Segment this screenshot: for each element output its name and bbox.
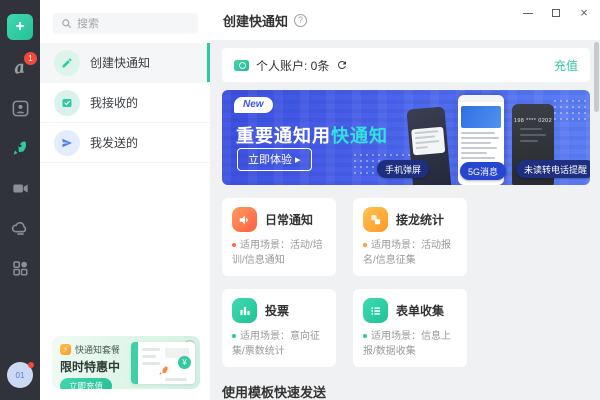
banner-title-white: 重要通知用 bbox=[236, 126, 331, 146]
template-cards: 日常通知 适用场景：活动/培训/信息通知 接龙统计 适用场景：活动报名/信息征集 bbox=[222, 198, 590, 367]
sidebar-item-received[interactable]: 我接收的 bbox=[40, 83, 210, 123]
maximize-button[interactable] bbox=[550, 7, 562, 19]
avatar-status-dot bbox=[28, 362, 34, 368]
card-title: 投票 bbox=[265, 302, 289, 319]
form-list-icon bbox=[363, 298, 388, 323]
banner-dots bbox=[552, 98, 590, 120]
app-window: + a 1 bbox=[0, 0, 600, 400]
card-desc: 适用场景：活动/培训/信息通知 bbox=[232, 239, 327, 268]
promo-recharge-button[interactable]: 立即充值 bbox=[60, 378, 112, 389]
card-chain-stats[interactable]: 接龙统计 适用场景：活动报名/信息征集 bbox=[353, 198, 467, 276]
help-icon[interactable]: ? bbox=[294, 14, 307, 27]
unread-badge: 1 bbox=[24, 52, 37, 65]
minimize-button[interactable] bbox=[522, 7, 534, 19]
card-vote[interactable]: 投票 适用场景：意向征集/票数统计 bbox=[222, 289, 336, 367]
refresh-icon[interactable] bbox=[336, 59, 348, 71]
paper-plane-icon bbox=[54, 130, 80, 156]
search-icon bbox=[61, 18, 72, 29]
rail-item-messages[interactable]: a 1 bbox=[8, 56, 32, 80]
promo-card[interactable]: ⚡ 快通知套餐 限时特惠中 立即充值 × ¥ bbox=[52, 336, 200, 389]
promo-coin-icon: ¥ bbox=[178, 356, 191, 369]
card-desc-text: 适用场景：活动/培训/信息通知 bbox=[232, 240, 323, 266]
rail-item-cloud[interactable] bbox=[8, 216, 32, 240]
close-button[interactable]: × bbox=[578, 7, 590, 19]
banner-title: 重要通知用快通知 bbox=[236, 122, 388, 148]
card-desc: 适用场景：意向征集/票数统计 bbox=[232, 330, 327, 359]
apps-grid-icon bbox=[11, 259, 29, 277]
sidebar: 创建快通知 我接收的 我发送的 ⚡ 快通知套餐 限时特惠中 立即充值 × bbox=[40, 0, 210, 400]
main-area: × 创建快通知 ? 个人账户: 0条 充值 New bbox=[210, 0, 600, 400]
card-desc: 适用场景：活动报名/信息征集 bbox=[363, 239, 458, 268]
promo-illustration: ¥ bbox=[131, 342, 195, 384]
video-camera-icon bbox=[11, 179, 30, 198]
sidebar-item-sent[interactable]: 我发送的 bbox=[40, 123, 210, 163]
rocket-icon bbox=[10, 138, 30, 158]
contacts-icon bbox=[11, 99, 30, 118]
rail-item-workbench[interactable] bbox=[8, 256, 32, 280]
create-plus-button[interactable]: + bbox=[7, 14, 33, 40]
card-title: 表单收集 bbox=[396, 302, 444, 319]
promo-banner[interactable]: New 重要通知用快通知 立即体验 ▸ 198 **** 0202 bbox=[222, 90, 590, 185]
speaker-icon bbox=[232, 207, 257, 232]
page-header: 创建快通知 ? bbox=[210, 0, 600, 40]
rail-item-contacts[interactable] bbox=[8, 96, 32, 120]
search-input[interactable] bbox=[77, 18, 187, 30]
cloud-icon bbox=[11, 219, 30, 238]
promo-tag: 快通知套餐 bbox=[75, 343, 120, 356]
rail-item-quick-notice[interactable] bbox=[8, 136, 32, 160]
balance-card-icon bbox=[234, 60, 249, 71]
recharge-link[interactable]: 充值 bbox=[554, 57, 578, 74]
search-box[interactable] bbox=[53, 13, 198, 34]
templates-section-title: 使用模板快速发送 bbox=[222, 382, 590, 400]
card-desc: 适用场景：信息上报/数据收集 bbox=[363, 330, 458, 359]
card-daily-notice[interactable]: 日常通知 适用场景：活动/培训/信息通知 bbox=[222, 198, 336, 276]
page-title: 创建快通知 bbox=[223, 11, 288, 30]
card-desc-text: 适用场景：信息上报/数据收集 bbox=[363, 331, 451, 357]
card-desc-text: 适用场景：意向征集/票数统计 bbox=[232, 331, 320, 357]
card-title: 接龙统计 bbox=[396, 211, 444, 228]
rail-item-meeting[interactable] bbox=[8, 176, 32, 200]
promo-flash-icon: ⚡ bbox=[60, 344, 71, 355]
app-rail: + a 1 bbox=[0, 0, 40, 400]
pencil-icon bbox=[54, 50, 80, 76]
sidebar-item-create-notice[interactable]: 创建快通知 bbox=[40, 43, 210, 83]
scrollbar-thumb[interactable] bbox=[594, 42, 599, 112]
account-balance-bar: 个人账户: 0条 充值 bbox=[222, 48, 590, 82]
try-now-button[interactable]: 立即体验 ▸ bbox=[237, 148, 312, 171]
inbox-check-icon bbox=[54, 90, 80, 116]
banner-tag-popup: 手机弹屏 bbox=[377, 160, 429, 178]
card-form-collect[interactable]: 表单收集 适用场景：信息上报/数据收集 bbox=[353, 289, 467, 367]
bar-chart-icon bbox=[232, 298, 257, 323]
chain-blocks-icon bbox=[363, 207, 388, 232]
banner-tag-5g: 5G消息 bbox=[460, 162, 506, 180]
user-avatar[interactable]: 01 bbox=[7, 362, 33, 388]
account-balance-label: 个人账户: 0条 bbox=[256, 57, 329, 74]
sidebar-item-label: 创建快通知 bbox=[90, 54, 150, 71]
phone-number: 198 **** 0202 bbox=[512, 118, 554, 124]
banner-title-cyan: 快通知 bbox=[331, 126, 388, 146]
new-badge: New bbox=[234, 97, 273, 113]
banner-tag-call-remind: 未读转电话提醒 bbox=[516, 160, 590, 178]
promo-rocket-icon bbox=[157, 364, 170, 377]
card-title: 日常通知 bbox=[265, 211, 313, 228]
sidebar-item-label: 我接收的 bbox=[90, 94, 138, 111]
sidebar-item-label: 我发送的 bbox=[90, 134, 138, 151]
window-controls: × bbox=[522, 7, 590, 19]
card-desc-text: 适用场景：活动报名/信息征集 bbox=[363, 240, 451, 266]
avatar-label: 01 bbox=[16, 371, 25, 380]
main-content: 个人账户: 0条 充值 New 重要通知用快通知 立即体验 ▸ bbox=[210, 40, 600, 400]
